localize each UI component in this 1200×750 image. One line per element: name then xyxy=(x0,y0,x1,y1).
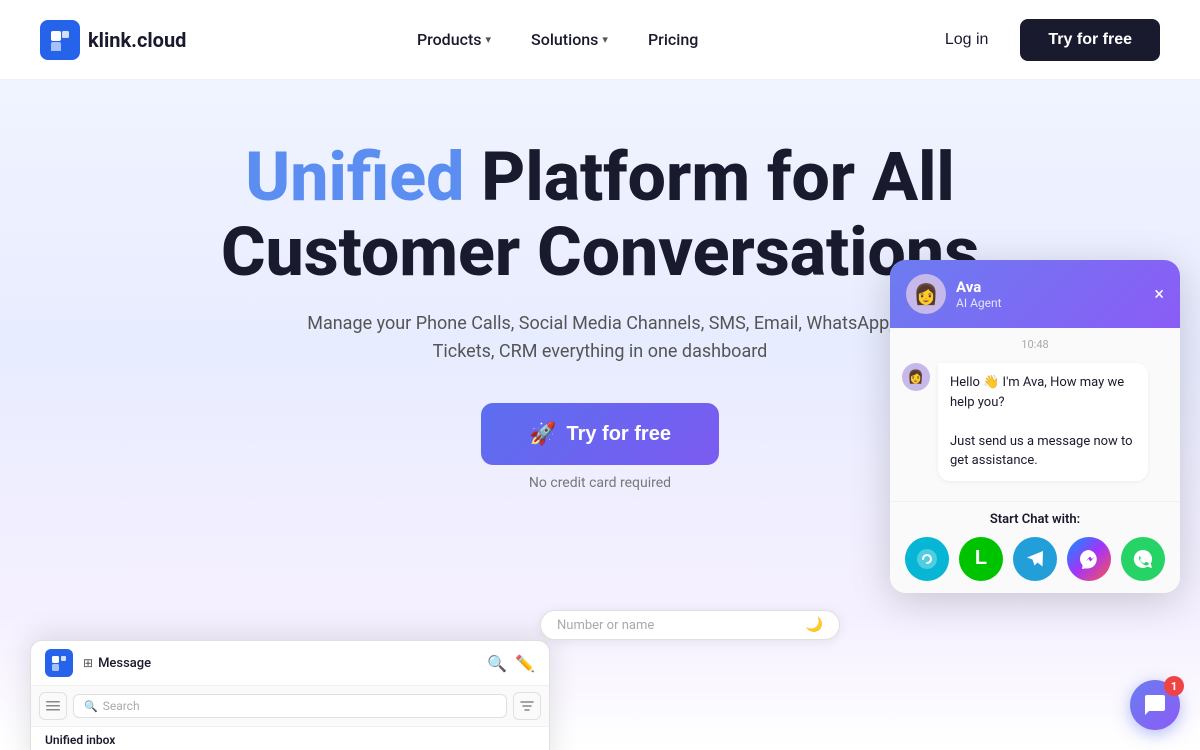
chat-bubble-fab[interactable]: 1 xyxy=(1130,680,1180,730)
try-free-button-hero[interactable]: 🚀 Try for free xyxy=(481,403,719,465)
nav-products[interactable]: Products ▾ xyxy=(401,22,507,57)
hero-subtitle: Manage your Phone Calls, Social Media Ch… xyxy=(275,310,925,368)
moon-icon: 🌙 xyxy=(806,617,823,633)
chat-bubble-text: Hello 👋 I'm Ava, How may we help you?Jus… xyxy=(950,375,1133,468)
login-button[interactable]: Log in xyxy=(929,23,1005,57)
navbar: klink.cloud Products ▾ Solutions ▾ Prici… xyxy=(0,0,1200,80)
hero-cta-label: Try for free xyxy=(566,423,670,446)
chat-start-section: Start Chat with: L xyxy=(890,501,1180,593)
chat-agent-info: Ava AI Agent xyxy=(956,278,1144,310)
channel-button-telegram[interactable] xyxy=(1013,537,1057,581)
chat-header: 👩 Ava AI Agent × xyxy=(890,260,1180,328)
fab-badge: 1 xyxy=(1164,676,1184,696)
chevron-down-icon: ▾ xyxy=(486,33,492,46)
dash-header: ⊞ Message 🔍 ✏️ xyxy=(31,641,549,686)
logo[interactable]: klink.cloud xyxy=(40,20,186,60)
chat-avatar: 👩 xyxy=(906,274,946,314)
hero-section: Unified Platform for All Customer Conver… xyxy=(0,80,1200,750)
call-input-text[interactable]: Number or name xyxy=(557,618,796,633)
dash-logo-icon xyxy=(45,649,73,677)
dash-columns-icon[interactable] xyxy=(39,692,67,720)
nav-solutions-label: Solutions xyxy=(531,30,598,49)
dash-edit-icon[interactable]: ✏️ xyxy=(515,654,535,673)
dashboard-preview: ⊞ Message 🔍 ✏️ 🔍 Search xyxy=(0,640,1200,750)
close-icon[interactable]: × xyxy=(1154,284,1164,305)
dash-search-input[interactable]: 🔍 Search xyxy=(73,694,507,718)
hero-cta: 🚀 Try for free No credit card required xyxy=(481,403,719,491)
no-cc-label: No credit card required xyxy=(529,475,671,491)
try-free-button-nav[interactable]: Try for free xyxy=(1020,19,1160,61)
chat-agent-name: Ava xyxy=(956,278,1144,296)
chat-channels: L xyxy=(902,537,1168,581)
call-bar: Number or name 🌙 xyxy=(540,610,840,640)
nav-solutions[interactable]: Solutions ▾ xyxy=(515,22,624,57)
channel-button-messenger[interactable] xyxy=(1067,537,1111,581)
chat-bubble: Hello 👋 I'm Ava, How may we help you?Jus… xyxy=(938,363,1148,481)
dash-tab-label: Message xyxy=(98,656,151,671)
dash-message-tab[interactable]: ⊞ Message xyxy=(83,656,151,671)
nav-pricing-label: Pricing xyxy=(648,30,698,49)
channel-button-line[interactable]: L xyxy=(959,537,1003,581)
chat-timestamp: 10:48 xyxy=(890,328,1180,355)
dash-search-icon[interactable]: 🔍 xyxy=(487,654,507,673)
chat-start-label: Start Chat with: xyxy=(902,512,1168,527)
line-icon: L xyxy=(975,547,987,570)
message-tab-icon: ⊞ xyxy=(83,656,93,670)
chat-message-row: 👩 Hello 👋 I'm Ava, How may we help you?J… xyxy=(902,363,1168,481)
hero-title-highlight: Unified xyxy=(245,137,464,217)
chat-messages: 👩 Hello 👋 I'm Ava, How may we help you?J… xyxy=(890,355,1180,501)
logo-text: klink.cloud xyxy=(88,28,186,52)
chevron-down-icon: ▾ xyxy=(602,33,608,46)
chat-agent-role: AI Agent xyxy=(956,296,1144,310)
chat-msg-avatar: 👩 xyxy=(902,363,930,391)
nav-pricing[interactable]: Pricing xyxy=(632,22,714,57)
nav-links: Products ▾ Solutions ▾ Pricing xyxy=(401,22,714,57)
rocket-icon: 🚀 xyxy=(529,421,556,447)
dashboard-mockup: ⊞ Message 🔍 ✏️ 🔍 Search xyxy=(30,640,550,750)
dash-filter-icon[interactable] xyxy=(513,692,541,720)
dash-search-placeholder: Search xyxy=(103,699,140,713)
dash-search-row: 🔍 Search xyxy=(31,686,549,727)
channel-button-c[interactable] xyxy=(905,537,949,581)
logo-icon xyxy=(40,20,80,60)
nav-products-label: Products xyxy=(417,30,482,49)
dash-inbox-label: Unified inbox xyxy=(31,727,549,749)
channel-button-whatsapp[interactable] xyxy=(1121,537,1165,581)
chat-widget: 👩 Ava AI Agent × 10:48 👩 Hello 👋 I'm Ava… xyxy=(890,260,1180,593)
nav-actions: Log in Try for free xyxy=(929,19,1160,61)
